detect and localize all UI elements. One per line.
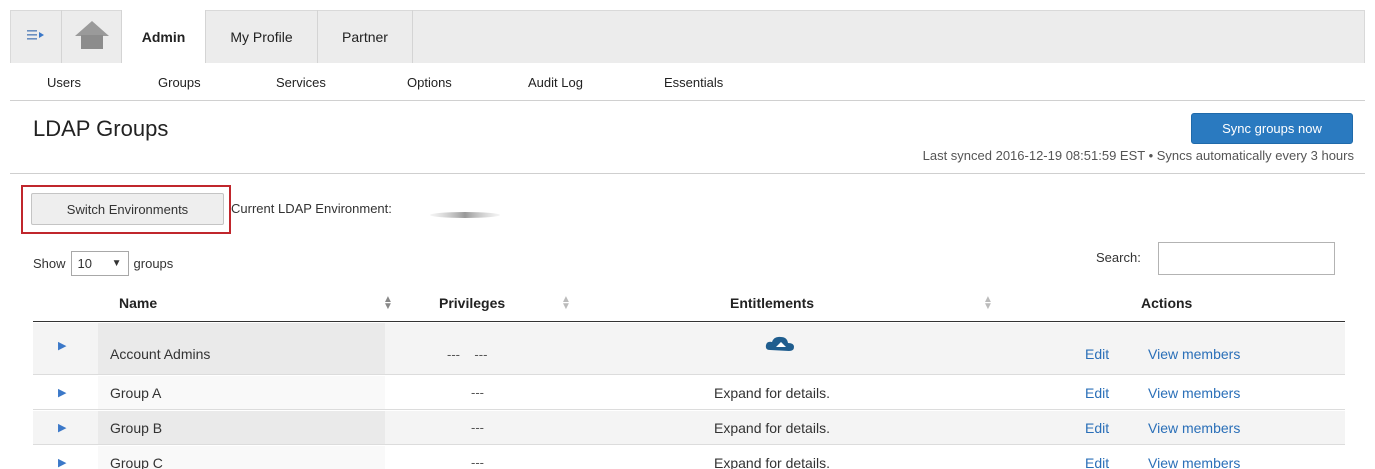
subnav-audit-log[interactable]: Audit Log — [528, 75, 583, 90]
group-name: Group C — [110, 455, 163, 469]
menu-expand-icon — [26, 28, 45, 45]
entitlements-text: Expand for details. — [714, 385, 830, 401]
sync-groups-button[interactable]: Sync groups now — [1191, 113, 1353, 144]
subnav-users[interactable]: Users — [47, 75, 81, 90]
caret-down-icon: ▼ — [111, 258, 122, 269]
table-row[interactable]: ▶ Account Admins --- --- Edit View membe… — [33, 323, 1345, 375]
search-input[interactable] — [1158, 242, 1335, 275]
home-icon — [73, 19, 111, 54]
page-size-select[interactable]: 10 ▼ — [70, 251, 129, 276]
switch-environments-button[interactable]: Switch Environments — [31, 193, 224, 225]
view-members-link[interactable]: View members — [1148, 455, 1240, 469]
show-label: Show — [33, 256, 66, 271]
column-header-actions: Actions — [1141, 295, 1193, 311]
groups-label: groups — [133, 256, 174, 271]
expand-arrow-icon[interactable]: ▶ — [58, 421, 66, 434]
group-privileges: --- — [471, 455, 484, 469]
top-navigation: Admin My Profile Partner — [0, 0, 1375, 64]
column-header-name[interactable]: Name — [119, 295, 157, 311]
cloud-icon — [764, 334, 796, 357]
home-button[interactable] — [62, 10, 122, 63]
group-name: Group B — [110, 420, 163, 436]
page-title: LDAP Groups — [33, 116, 169, 141]
tab-partner[interactable]: Partner — [318, 10, 413, 63]
search-label: Search: — [1096, 250, 1141, 265]
view-members-link[interactable]: View members — [1148, 385, 1240, 401]
column-header-privileges[interactable]: Privileges — [439, 295, 505, 311]
table-row[interactable]: ▶ Group A --- Expand for details. Edit V… — [33, 376, 1345, 410]
subnav-groups[interactable]: Groups — [158, 75, 201, 90]
column-header-entitlements[interactable]: Entitlements — [730, 295, 814, 311]
tab-my-profile[interactable]: My Profile — [206, 10, 318, 63]
sort-icon[interactable]: ▲ ▼ — [561, 295, 571, 312]
expand-arrow-icon[interactable]: ▶ — [58, 456, 66, 469]
edit-link[interactable]: Edit — [1085, 346, 1109, 362]
view-members-link[interactable]: View members — [1148, 346, 1240, 362]
entitlements-text: Expand for details. — [714, 420, 830, 436]
subnav-options[interactable]: Options — [407, 75, 452, 90]
subnav-services[interactable]: Services — [276, 75, 326, 90]
sync-status-text: Last synced 2016-12-19 08:51:59 EST • Sy… — [922, 148, 1354, 163]
page-size-value: 10 — [77, 256, 92, 271]
page-size-control: Show 10 ▼ groups — [33, 251, 173, 276]
edit-link[interactable]: Edit — [1085, 420, 1109, 436]
group-name: Account Admins — [110, 346, 211, 362]
menu-toggle-button[interactable] — [10, 10, 62, 63]
divider — [10, 173, 1365, 174]
group-name: Group A — [110, 385, 162, 401]
expand-arrow-icon[interactable]: ▶ — [58, 339, 66, 352]
sub-navigation: Users Groups Services Options Audit Log … — [10, 63, 1365, 101]
table-row[interactable]: ▶ Group C --- Expand for details. Edit V… — [33, 446, 1345, 469]
entitlements-text: Expand for details. — [714, 455, 830, 469]
subnav-essentials[interactable]: Essentials — [664, 75, 723, 90]
tab-admin[interactable]: Admin — [122, 10, 206, 64]
sort-icon[interactable]: ▲ ▼ — [983, 295, 993, 312]
expand-arrow-icon[interactable]: ▶ — [58, 386, 66, 399]
group-privileges: --- — [471, 385, 484, 400]
group-privileges: --- --- — [447, 347, 488, 362]
current-environment-label: Current LDAP Environment: — [231, 201, 392, 216]
sort-icon[interactable]: ▲ ▼ — [383, 295, 393, 312]
table-header: Name ▲ ▼ Privileges ▲ ▼ Entitlements ▲ ▼ Ac… — [33, 287, 1345, 322]
edit-link[interactable]: Edit — [1085, 455, 1109, 469]
group-privileges: --- — [471, 420, 484, 435]
redacted-environment-name — [430, 206, 500, 218]
view-members-link[interactable]: View members — [1148, 420, 1240, 436]
edit-link[interactable]: Edit — [1085, 385, 1109, 401]
table-row[interactable]: ▶ Group B --- Expand for details. Edit V… — [33, 411, 1345, 445]
